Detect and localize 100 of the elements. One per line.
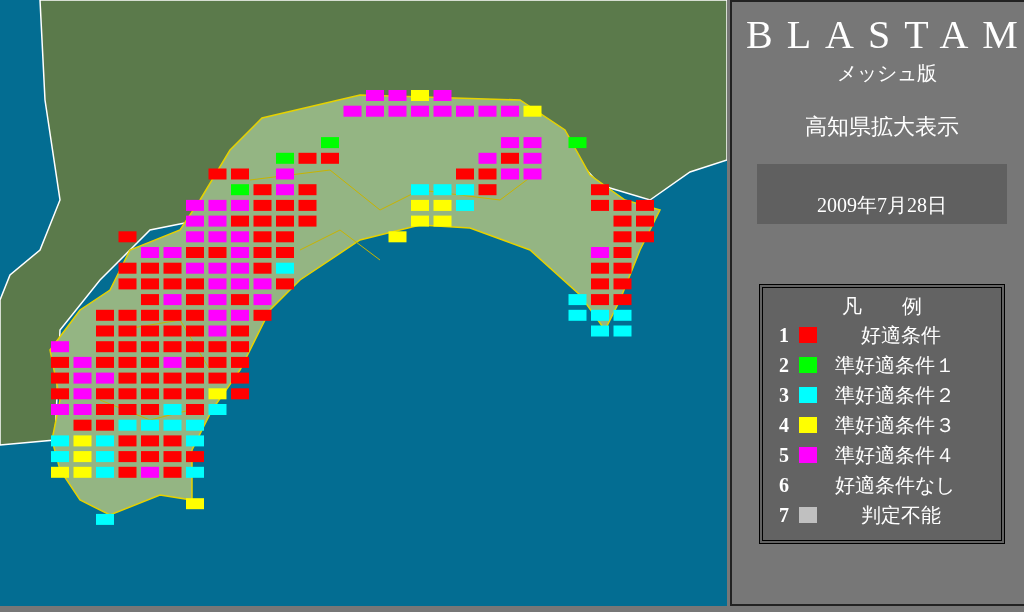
mesh-cell bbox=[73, 466, 92, 478]
mesh-cell bbox=[96, 435, 114, 447]
mesh-cell bbox=[141, 262, 159, 274]
mesh-cell bbox=[253, 278, 272, 290]
mesh-cell bbox=[253, 294, 272, 306]
mesh-cell bbox=[276, 247, 294, 258]
mesh-cell bbox=[231, 309, 249, 321]
mesh-cell bbox=[141, 451, 159, 463]
mesh-cell bbox=[411, 105, 429, 117]
mesh-cell bbox=[118, 231, 137, 243]
mesh-cell bbox=[276, 199, 294, 211]
mesh-cell bbox=[501, 137, 519, 149]
mesh-cell bbox=[456, 184, 474, 196]
mesh-cell bbox=[433, 105, 452, 117]
mesh-cell bbox=[231, 325, 249, 337]
mesh-cell bbox=[96, 513, 114, 525]
mesh-cell bbox=[163, 341, 182, 353]
mesh-cell bbox=[613, 199, 632, 211]
mesh-cell bbox=[163, 372, 182, 384]
mesh-cell bbox=[186, 451, 204, 463]
mesh-cell bbox=[208, 404, 227, 415]
mesh-cell bbox=[73, 356, 92, 368]
mesh-cell bbox=[613, 262, 632, 274]
mesh-cell bbox=[456, 105, 474, 117]
mesh-cell bbox=[501, 152, 519, 164]
mesh-cell bbox=[523, 168, 542, 180]
mesh-cell bbox=[298, 215, 317, 227]
mesh-cell bbox=[208, 294, 227, 306]
mesh-cell bbox=[163, 435, 182, 447]
mesh-cell bbox=[568, 309, 587, 321]
legend-label: 準好適条件４ bbox=[834, 443, 955, 468]
legend-label: 準好適条件３ bbox=[834, 413, 955, 438]
mesh-cell bbox=[163, 356, 182, 368]
mesh-cell bbox=[591, 184, 609, 196]
mesh-cell bbox=[613, 247, 632, 258]
mesh-cell bbox=[456, 199, 474, 211]
mesh-cell bbox=[613, 325, 632, 337]
mesh-cell bbox=[231, 294, 249, 306]
mesh-cell bbox=[208, 388, 227, 400]
legend-label: 好適条件 bbox=[860, 323, 941, 348]
mesh-cell bbox=[186, 294, 204, 306]
mesh-cell bbox=[231, 199, 249, 211]
mesh-cell bbox=[51, 466, 69, 478]
app-title: BLASTAM bbox=[746, 11, 1024, 59]
mesh-cell bbox=[591, 278, 609, 290]
mesh-cell bbox=[253, 184, 272, 196]
mesh-cell bbox=[51, 372, 69, 384]
mesh-cell bbox=[231, 372, 249, 384]
mesh-cell bbox=[366, 90, 384, 101]
mesh-cell bbox=[186, 498, 204, 510]
mesh-cell bbox=[118, 451, 137, 463]
mesh-cell bbox=[208, 341, 227, 353]
mesh-cell bbox=[118, 325, 137, 337]
mesh-cell bbox=[636, 231, 654, 243]
mesh-cell bbox=[118, 419, 137, 431]
mesh-cell bbox=[298, 199, 317, 211]
mesh-cell bbox=[51, 388, 69, 400]
mesh-cell bbox=[118, 404, 137, 415]
mesh-cell bbox=[253, 309, 272, 321]
mesh-cell bbox=[186, 435, 204, 447]
mesh-cell bbox=[231, 168, 249, 180]
mesh-cell bbox=[208, 262, 227, 274]
mesh-cell bbox=[523, 137, 542, 149]
mesh-cell bbox=[613, 278, 632, 290]
mesh-cell bbox=[186, 419, 204, 431]
mesh-cell bbox=[141, 294, 159, 306]
mesh-cell bbox=[591, 309, 609, 321]
mesh-cell bbox=[276, 168, 294, 180]
mesh-cell bbox=[411, 184, 429, 196]
mesh-cell bbox=[478, 105, 497, 117]
mesh-cell bbox=[118, 435, 137, 447]
mesh-cell bbox=[433, 215, 452, 227]
mesh-cell bbox=[231, 356, 249, 368]
mesh-cell bbox=[276, 278, 294, 290]
mesh-cell bbox=[163, 325, 182, 337]
mesh-cell bbox=[321, 137, 339, 149]
mesh-cell bbox=[163, 247, 182, 258]
legend-number: 2 bbox=[778, 353, 790, 378]
mesh-cell bbox=[96, 404, 114, 415]
legend-label: 好適条件なし bbox=[834, 473, 955, 498]
legend-label: 判定不能 bbox=[860, 503, 941, 528]
mesh-cell bbox=[51, 404, 69, 415]
mesh-cell bbox=[163, 419, 182, 431]
mesh-cell bbox=[208, 199, 227, 211]
mesh-cell bbox=[343, 105, 362, 117]
mesh-cell bbox=[118, 466, 137, 478]
mesh-cell bbox=[73, 435, 92, 447]
mesh-cell bbox=[96, 372, 114, 384]
mesh-cell bbox=[208, 325, 227, 337]
mesh-cell bbox=[118, 372, 137, 384]
mesh-cell bbox=[411, 215, 429, 227]
mesh-cell bbox=[231, 247, 249, 258]
mesh-cell bbox=[186, 356, 204, 368]
mesh-cell bbox=[96, 388, 114, 400]
mesh-cell bbox=[186, 341, 204, 353]
legend-label: 準好適条件２ bbox=[834, 383, 955, 408]
mesh-cell bbox=[141, 388, 159, 400]
mesh-cell bbox=[73, 372, 92, 384]
mesh-cell bbox=[388, 90, 407, 101]
mesh-cell bbox=[388, 105, 407, 117]
